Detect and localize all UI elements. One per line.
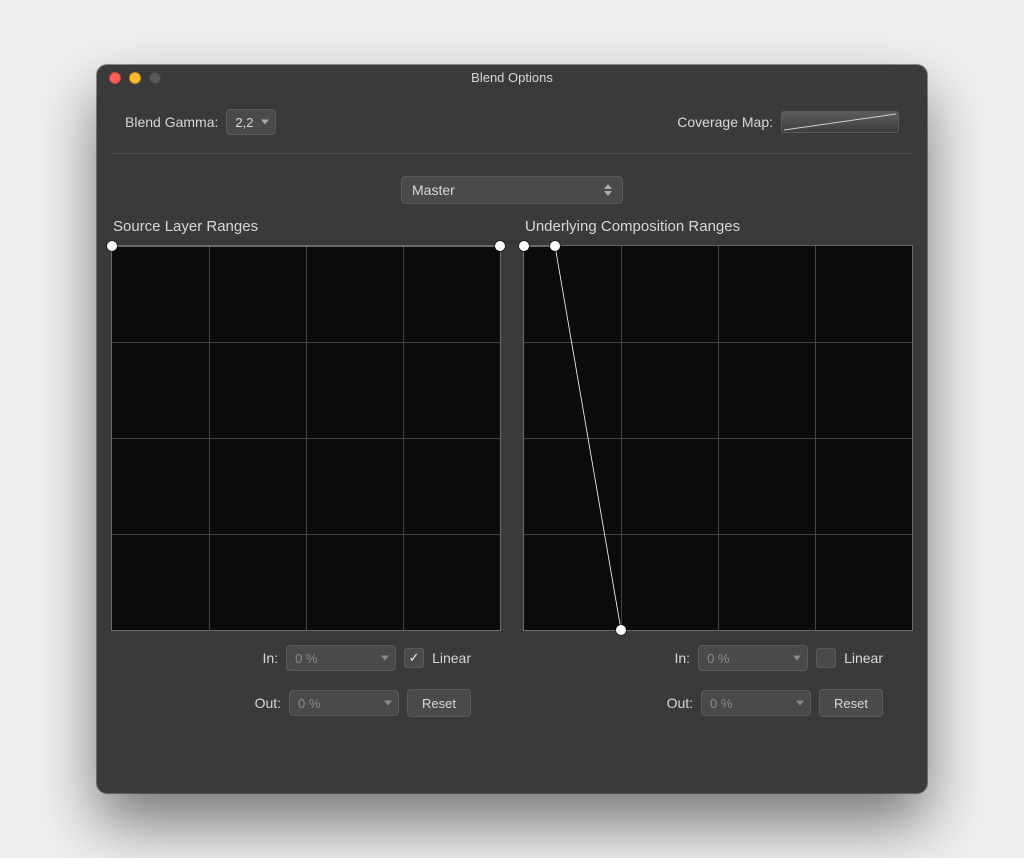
coverage-map-label: Coverage Map: (677, 114, 773, 130)
source-in-label: In: (222, 650, 278, 666)
source-linear-label: Linear (432, 650, 471, 666)
underlying-ranges-panel: Underlying Composition Ranges In: 0 % (523, 218, 913, 721)
blend-options-window: Blend Options Blend Gamma: 2,2 Coverage … (97, 65, 927, 793)
maximize-icon[interactable] (149, 72, 161, 84)
curve-handle[interactable] (495, 241, 505, 251)
underlying-ranges-grid[interactable] (523, 245, 913, 631)
blend-gamma-value: 2,2 (235, 115, 253, 130)
stepper-icon (604, 180, 618, 200)
window-title: Blend Options (97, 70, 927, 85)
source-ranges-heading: Source Layer Ranges (113, 218, 501, 235)
source-ranges-grid[interactable] (111, 245, 501, 631)
underlying-in-field[interactable]: 0 % (698, 645, 808, 671)
chevron-down-icon (384, 701, 392, 706)
underlying-linear-label: Linear (844, 650, 883, 666)
chevron-down-icon (796, 701, 804, 706)
curve-handle[interactable] (519, 241, 529, 251)
underlying-in-label: In: (634, 650, 690, 666)
underlying-ranges-heading: Underlying Composition Ranges (525, 218, 913, 235)
channel-value: Master (412, 182, 455, 198)
source-reset-button[interactable]: Reset (407, 689, 471, 717)
curve-handle[interactable] (616, 625, 626, 635)
curve-handle[interactable] (550, 241, 560, 251)
chevron-down-icon (261, 120, 269, 125)
chevron-down-icon (793, 656, 801, 661)
underlying-out-label: Out: (637, 695, 693, 711)
blend-gamma-select[interactable]: 2,2 (226, 109, 276, 135)
chevron-down-icon (381, 656, 389, 661)
blend-gamma-label: Blend Gamma: (125, 114, 218, 130)
underlying-reset-button[interactable]: Reset (819, 689, 883, 717)
underlying-out-field[interactable]: 0 % (701, 690, 811, 716)
coverage-map-preview[interactable] (781, 111, 899, 133)
source-ranges-panel: Source Layer Ranges In: 0 % (111, 218, 501, 721)
underlying-linear-checkbox[interactable] (816, 648, 836, 668)
channel-select[interactable]: Master (401, 176, 623, 204)
source-out-field[interactable]: 0 % (289, 690, 399, 716)
curve-handle[interactable] (107, 241, 117, 251)
titlebar: Blend Options (97, 65, 927, 91)
minimize-icon[interactable] (129, 72, 141, 84)
source-in-field[interactable]: 0 % (286, 645, 396, 671)
close-icon[interactable] (109, 72, 121, 84)
source-linear-checkbox[interactable]: ✓ (404, 648, 424, 668)
source-out-label: Out: (225, 695, 281, 711)
